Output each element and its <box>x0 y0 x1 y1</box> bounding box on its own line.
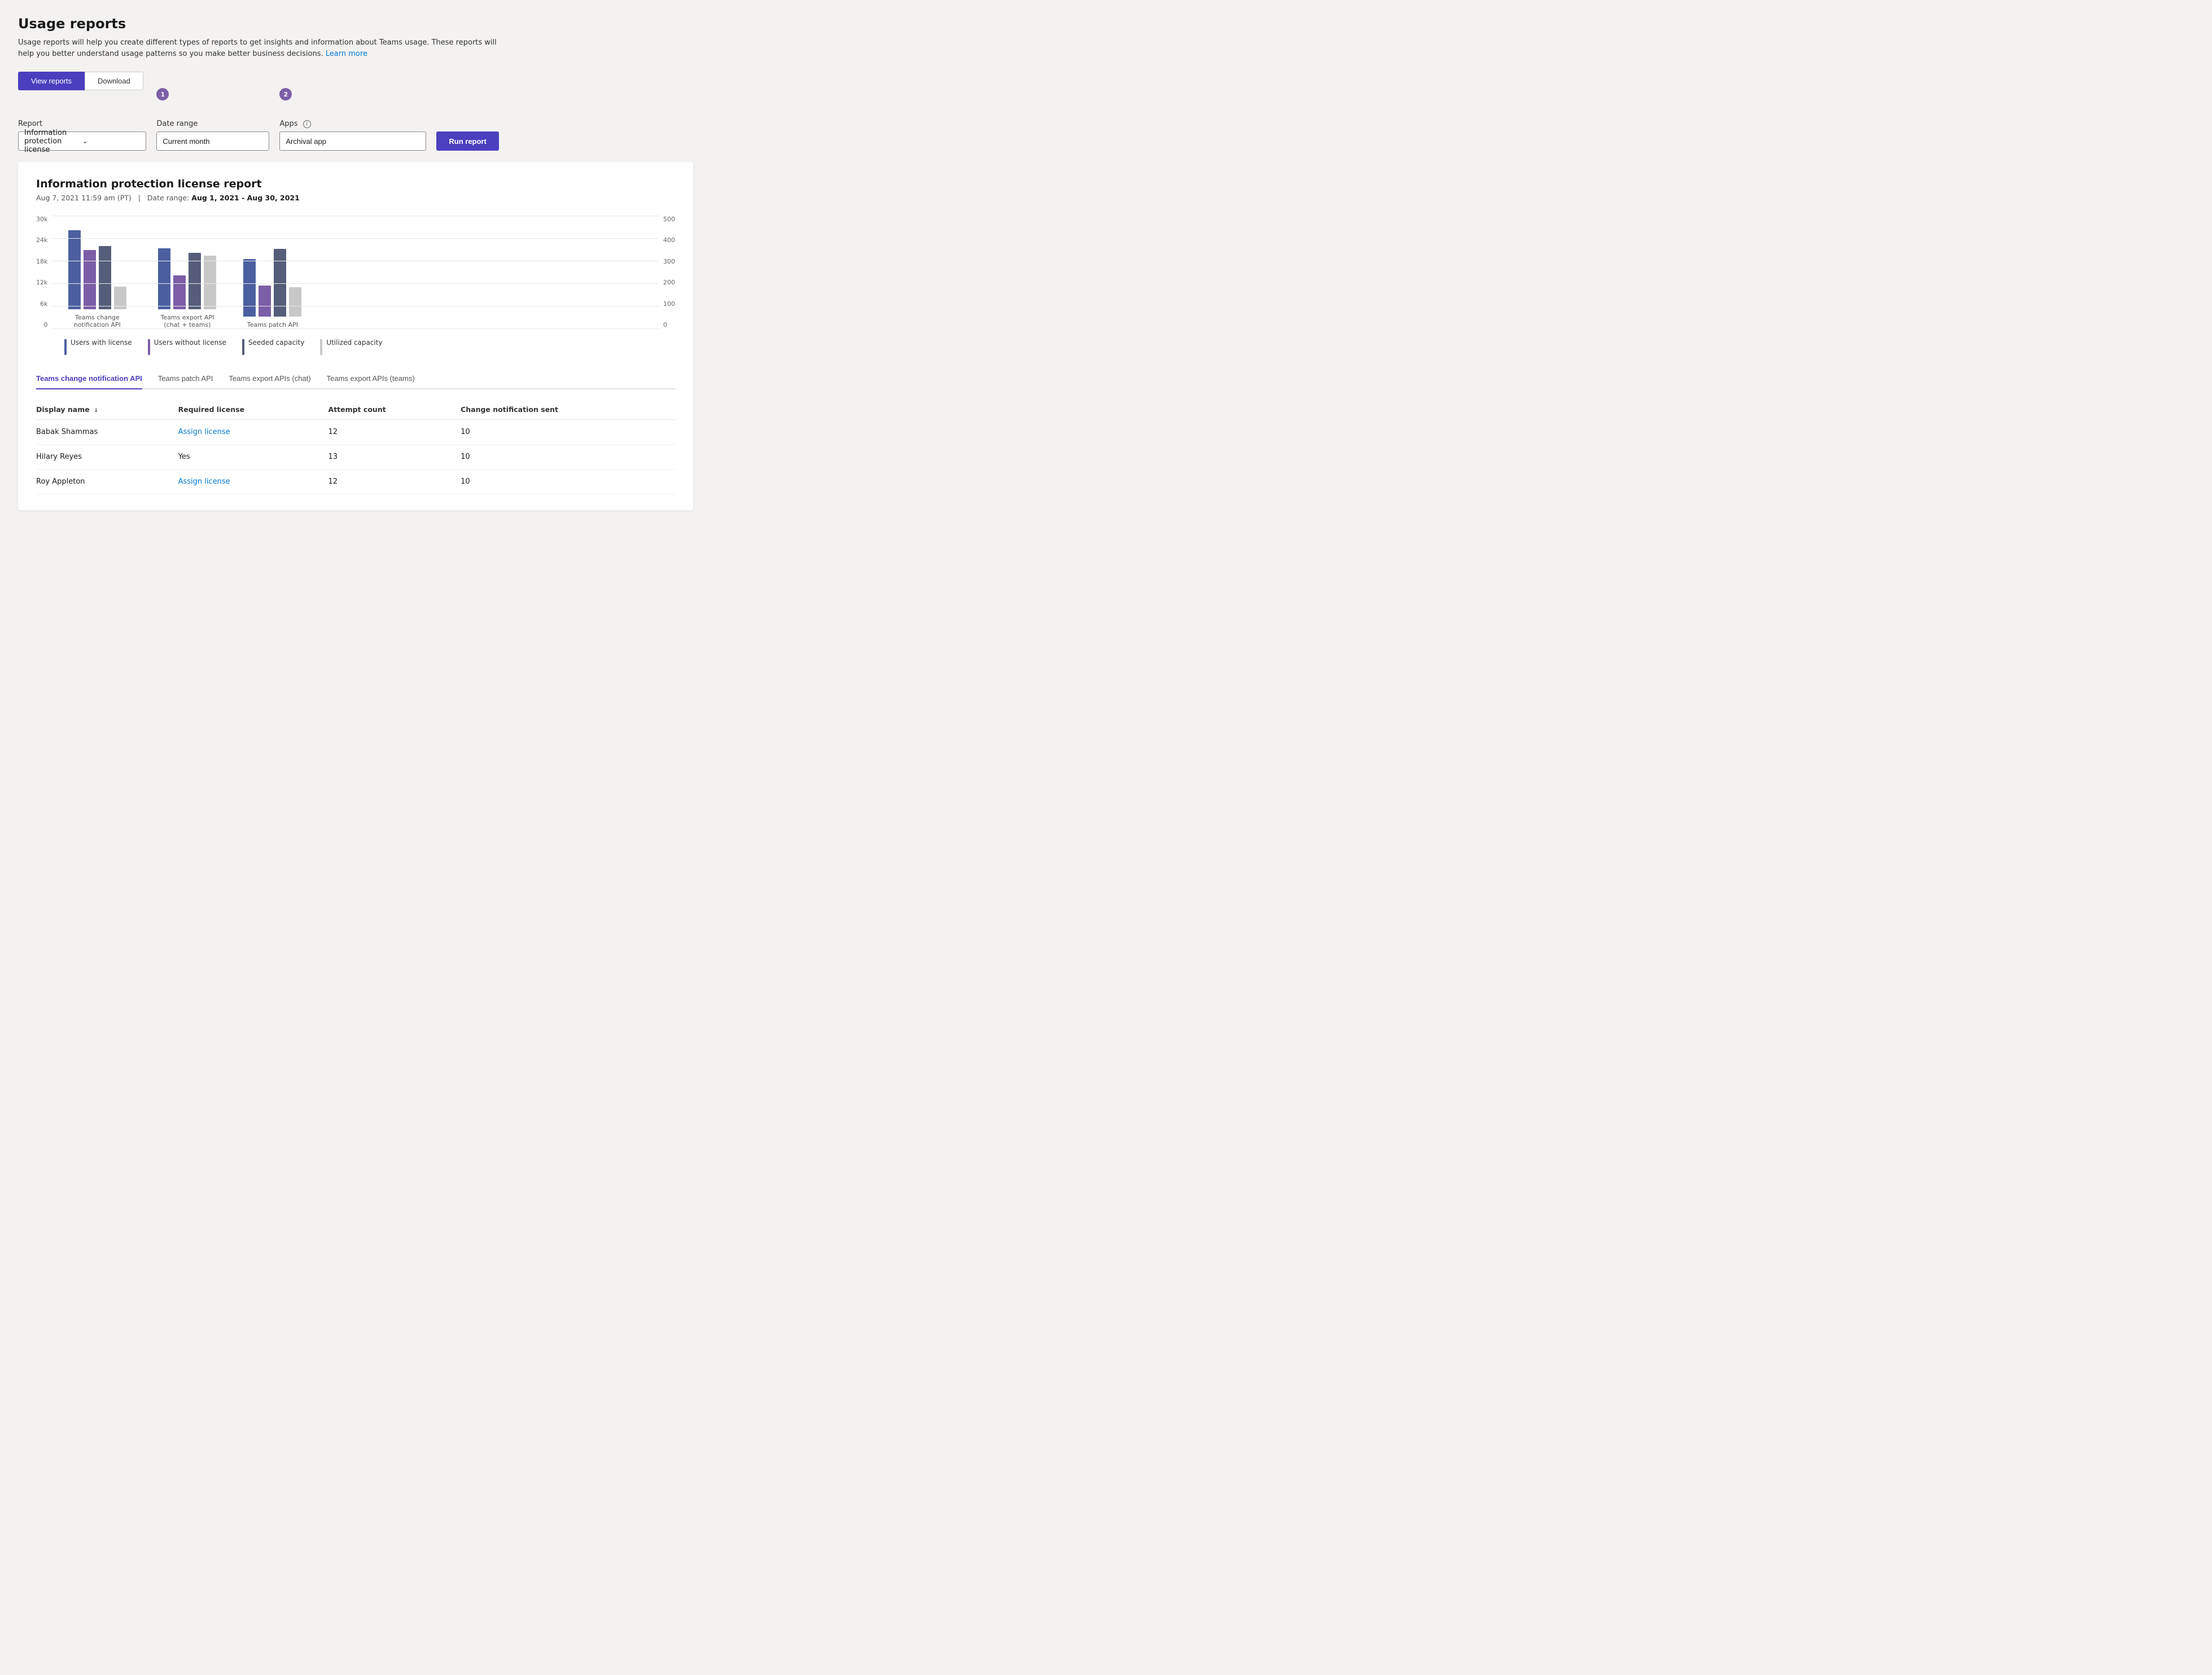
bar-seeded-1 <box>99 246 111 309</box>
cell-name-2: Hilary Reyes <box>36 445 178 470</box>
tab-view-reports[interactable]: View reports <box>18 72 85 90</box>
cell-notification-1: 10 <box>461 420 675 445</box>
legend-color-dark <box>242 339 244 355</box>
cell-license-3[interactable]: Assign license <box>178 470 328 494</box>
cell-name-1: Babak Shammas <box>36 420 178 445</box>
chart-legend: Users with license Users without license… <box>64 339 675 355</box>
tab-download[interactable]: Download <box>85 72 143 90</box>
date-range-control: 1 Date range <box>156 104 269 151</box>
page-description: Usage reports will help you create diffe… <box>18 37 503 59</box>
apps-control: 2 Apps i <box>279 104 426 151</box>
chart-group-label-1: Teams change notification API <box>63 314 131 328</box>
report-card: Information protection license report Au… <box>18 162 693 510</box>
date-range-input[interactable] <box>156 131 269 151</box>
chart-group-label-2: Teams export API(chat + teams) <box>160 314 214 328</box>
table-row: Babak Shammas Assign license 12 10 <box>36 420 675 445</box>
bar-users-with-license-1 <box>68 230 81 309</box>
chart-groups: Teams change notification API Teams expo… <box>52 216 659 328</box>
col-attempt-count: Attempt count <box>328 400 461 420</box>
legend-color-blue <box>64 339 67 355</box>
legend-users-with-license: Users with license <box>64 339 132 355</box>
step-2-badge: 2 <box>279 88 292 100</box>
bar-users-without-license-2 <box>173 275 186 309</box>
bar-seeded-2 <box>189 253 201 309</box>
apps-input[interactable] <box>279 131 426 151</box>
bar-seeded-3 <box>274 249 286 317</box>
bars-row-1 <box>68 230 126 309</box>
tab-bar: View reports Download <box>18 72 693 90</box>
page-title: Usage reports <box>18 16 693 32</box>
learn-more-link[interactable]: Learn more <box>326 50 367 58</box>
cell-attempt-2: 13 <box>328 445 461 470</box>
sort-icon: ↓ <box>94 407 98 414</box>
chevron-down-icon: ⌄ <box>82 137 141 145</box>
col-required-license: Required license <box>178 400 328 420</box>
data-tab-patch[interactable]: Teams patch API <box>158 369 213 389</box>
bars-row-3 <box>243 249 301 317</box>
table-row: Hilary Reyes Yes 13 10 <box>36 445 675 470</box>
data-table: Display name ↓ Required license Attempt … <box>36 400 675 494</box>
bar-utilized-2 <box>204 256 216 309</box>
step-1-badge: 1 <box>156 88 169 100</box>
y-axis-right: 500 400 300 200 100 0 <box>659 216 675 328</box>
cell-notification-2: 10 <box>461 445 675 470</box>
date-range-label: Date range <box>156 120 269 128</box>
run-report-button[interactable]: Run report <box>436 131 498 151</box>
cell-notification-3: 10 <box>461 470 675 494</box>
data-tabs: Teams change notification API Teams patc… <box>36 369 675 389</box>
bar-users-with-license-2 <box>158 248 170 309</box>
report-card-title: Information protection license report <box>36 178 675 190</box>
report-meta: Aug 7, 2021 11:59 am (PT) | Date range: … <box>36 194 675 202</box>
cell-attempt-3: 12 <box>328 470 461 494</box>
table-row: Roy Appleton Assign license 12 10 <box>36 470 675 494</box>
bar-users-without-license-1 <box>84 250 96 309</box>
cell-license-2: Yes <box>178 445 328 470</box>
bars-row-2 <box>158 248 216 309</box>
chart-group-label-3: Teams patch API <box>247 321 298 328</box>
report-control: Report Information protection license ⌄ <box>18 120 146 151</box>
bar-users-without-license-3 <box>259 286 271 317</box>
chart-group-1: Teams change notification API <box>63 230 131 328</box>
legend-users-without-license: Users without license <box>148 339 226 355</box>
info-icon: i <box>303 120 311 128</box>
bar-users-with-license-3 <box>243 259 256 317</box>
y-axis-left: 30k 24k 18k 12k 6k 0 <box>36 216 52 328</box>
cell-license-1[interactable]: Assign license <box>178 420 328 445</box>
report-label: Report <box>18 120 146 128</box>
col-notification-sent: Change notification sent <box>461 400 675 420</box>
cell-attempt-1: 12 <box>328 420 461 445</box>
controls-row: Report Information protection license ⌄ … <box>18 104 693 151</box>
apps-label: Apps i <box>279 120 426 128</box>
data-tab-export-teams[interactable]: Teams export APIs (teams) <box>327 369 415 389</box>
data-tab-change-notification[interactable]: Teams change notification API <box>36 369 142 389</box>
legend-color-purple <box>148 339 150 355</box>
col-display-name: Display name ↓ <box>36 400 178 420</box>
legend-seeded-capacity: Seeded capacity <box>242 339 304 355</box>
legend-utilized-capacity: Utilized capacity <box>320 339 382 355</box>
bar-utilized-3 <box>289 287 301 317</box>
report-select[interactable]: Information protection license ⌄ <box>18 131 146 151</box>
data-tab-export-chat[interactable]: Teams export APIs (chat) <box>229 369 310 389</box>
cell-name-3: Roy Appleton <box>36 470 178 494</box>
legend-color-light <box>320 339 322 355</box>
